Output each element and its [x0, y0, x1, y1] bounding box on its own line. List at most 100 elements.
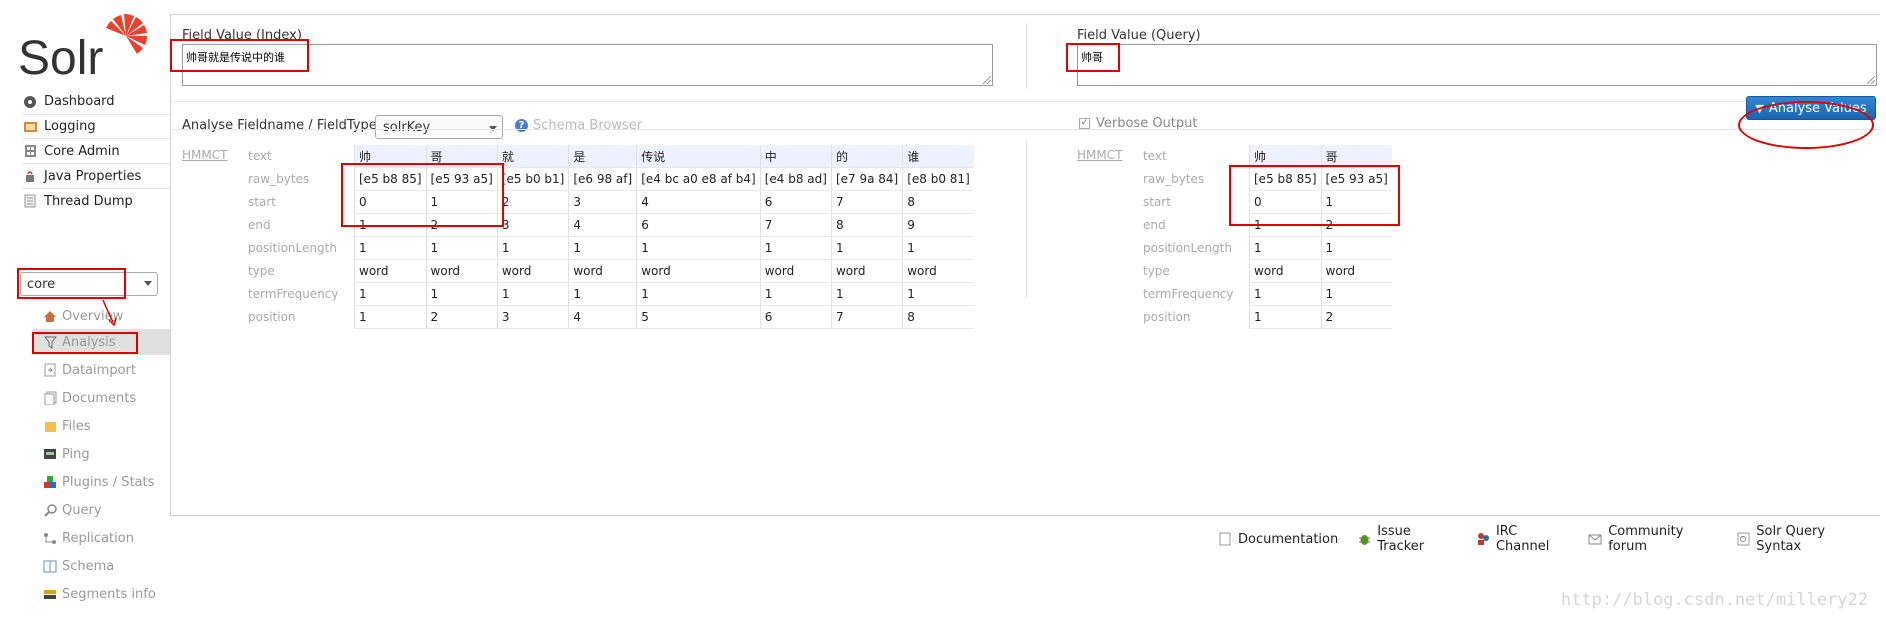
solr-logo[interactable]: Solr [18, 12, 153, 82]
segments-icon [42, 586, 58, 602]
nav-java-properties[interactable]: Java Properties [22, 163, 168, 189]
core-menu-replication[interactable]: Replication [32, 525, 170, 551]
core-admin-icon [22, 143, 38, 159]
analysis-row-position: position 1 2 3 4 5 6 7 8 [178, 305, 974, 329]
core-menu-dataimport[interactable]: Dataimport [32, 357, 170, 383]
thread-dump-icon [22, 193, 38, 209]
token-termFrequency: 1 [496, 282, 569, 306]
analysis-row-raw_bytes: raw_bytes [e5 b8 85] [e5 93 a5] [e5 b0 b1][… [178, 167, 974, 191]
token-start: 8 [902, 190, 974, 214]
token-termFrequency: 1 [354, 282, 427, 306]
annotation-box [1066, 43, 1120, 72]
row-key: position [248, 310, 296, 324]
token-type: word [830, 259, 903, 283]
core-menu-documents[interactable]: Documents [32, 385, 170, 411]
token-text: 是 [568, 145, 637, 168]
token-raw_bytes: [e7 9a 84] [830, 167, 903, 191]
token-positionLength: 1 [830, 236, 903, 260]
resize-grip-icon[interactable] [983, 76, 991, 84]
row-key: positionLength [1143, 241, 1232, 255]
token-position: 1 [1249, 305, 1322, 329]
footer-link-label: Issue Tracker [1377, 524, 1425, 554]
documents-icon [42, 390, 58, 406]
divider [171, 129, 1881, 130]
query-value-label: Field Value (Query) [1077, 28, 1201, 43]
footer-irc-channel-link[interactable]: IRC Channel [1476, 524, 1568, 554]
token-end: 9 [902, 213, 974, 237]
core-menu-ping[interactable]: Ping [32, 441, 170, 467]
token-position: 5 [636, 305, 761, 329]
footer-links: Documentation Issue Tracker IRC Channel … [1218, 524, 1886, 554]
nav-thread-dump[interactable]: Thread Dump [22, 188, 168, 214]
token-start: 3 [568, 190, 637, 214]
core-menu-label: Schema [62, 558, 115, 574]
nav-logging[interactable]: Logging [22, 113, 168, 139]
token-position: 3 [496, 305, 569, 329]
core-menu-label: Documents [62, 390, 137, 406]
nav-label: Dashboard [44, 93, 115, 109]
analysis-row-start: start 0 1 2 3 4 6 7 8 [178, 190, 974, 214]
token-text: 就 [496, 145, 569, 168]
nav-label: Thread Dump [44, 193, 133, 209]
mail-icon [1588, 532, 1602, 546]
footer-community-forum-link[interactable]: Community forum [1588, 524, 1717, 554]
checkbox-icon[interactable]: ✓ [1079, 118, 1090, 129]
nav-label: Logging [44, 118, 96, 134]
nav-dashboard[interactable]: Dashboard [22, 88, 168, 114]
core-menu-label: Files [62, 418, 91, 434]
core-menu-query[interactable]: Query [32, 497, 170, 523]
fieldtype-select[interactable]: solrKey [375, 115, 503, 139]
token-type: word [354, 259, 427, 283]
analysis-row-text: HMMCT text 帅哥就是传说中的谁 [178, 145, 974, 168]
tokenizer-name-link[interactable]: HMMCT [1073, 145, 1139, 329]
token-position: 8 [902, 305, 974, 329]
token-positionLength: 1 [636, 236, 761, 260]
core-menu-plugins[interactable]: Plugins / Stats [32, 469, 170, 495]
footer-issue-tracker-link[interactable]: Issue Tracker [1358, 524, 1456, 554]
row-key: type [1143, 264, 1170, 278]
row-key: position [1143, 310, 1191, 324]
token-positionLength: 1 [1320, 236, 1392, 260]
token-termFrequency: 1 [902, 282, 974, 306]
token-termFrequency: 1 [568, 282, 637, 306]
core-menu-files[interactable]: Files [32, 413, 170, 439]
irc-icon [1476, 532, 1490, 546]
token-end: 4 [568, 213, 637, 237]
folder-icon [42, 418, 58, 434]
sidebar: Solr Dashboard Logging Core Admin Java P… [0, 0, 170, 624]
bug-icon [1358, 532, 1371, 546]
nav-core-admin[interactable]: Core Admin [22, 138, 168, 164]
footer-link-label: IRC Channel [1495, 524, 1550, 554]
footer-link-label: Community forum [1608, 524, 1684, 554]
schema-browser-link[interactable]: ? Schema Browser [515, 118, 642, 133]
home-icon [42, 308, 58, 324]
token-termFrequency: 1 [1249, 282, 1322, 306]
java-properties-icon [22, 168, 38, 184]
row-key: end [248, 218, 271, 232]
footer-documentation-link[interactable]: Documentation [1218, 524, 1338, 554]
token-raw_bytes: [e8 b0 81] [902, 167, 974, 191]
row-key: type [248, 264, 275, 278]
annotation-box [17, 268, 126, 299]
token-text: 传说 [636, 145, 761, 168]
chevron-down-icon [144, 281, 152, 286]
fieldname-label: Analyse Fieldname / FieldType: [182, 118, 382, 133]
divider [1026, 23, 1027, 89]
token-end: 8 [830, 213, 903, 237]
footer-link-label: Documentation [1238, 531, 1339, 547]
core-menu-schema[interactable]: Schema [32, 553, 170, 579]
tokenizer-name-link[interactable]: HMMCT [178, 145, 244, 329]
token-start: 7 [830, 190, 903, 214]
row-key: raw_bytes [248, 172, 310, 186]
token-text: 中 [759, 145, 832, 168]
token-positionLength: 1 [354, 236, 427, 260]
query-value-field[interactable]: 帅哥 [1077, 44, 1877, 86]
documentation-icon [1218, 532, 1232, 546]
token-start: 6 [759, 190, 832, 214]
core-menu-segments[interactable]: Segments info [32, 581, 170, 607]
core-menu-label: Ping [62, 446, 90, 462]
footer-query-syntax-link[interactable]: Solr Query Syntax [1737, 524, 1866, 554]
token-type: word [636, 259, 761, 283]
resize-grip-icon[interactable] [1867, 76, 1875, 84]
analysis-row-type: type word word word word word word word word [178, 259, 974, 283]
